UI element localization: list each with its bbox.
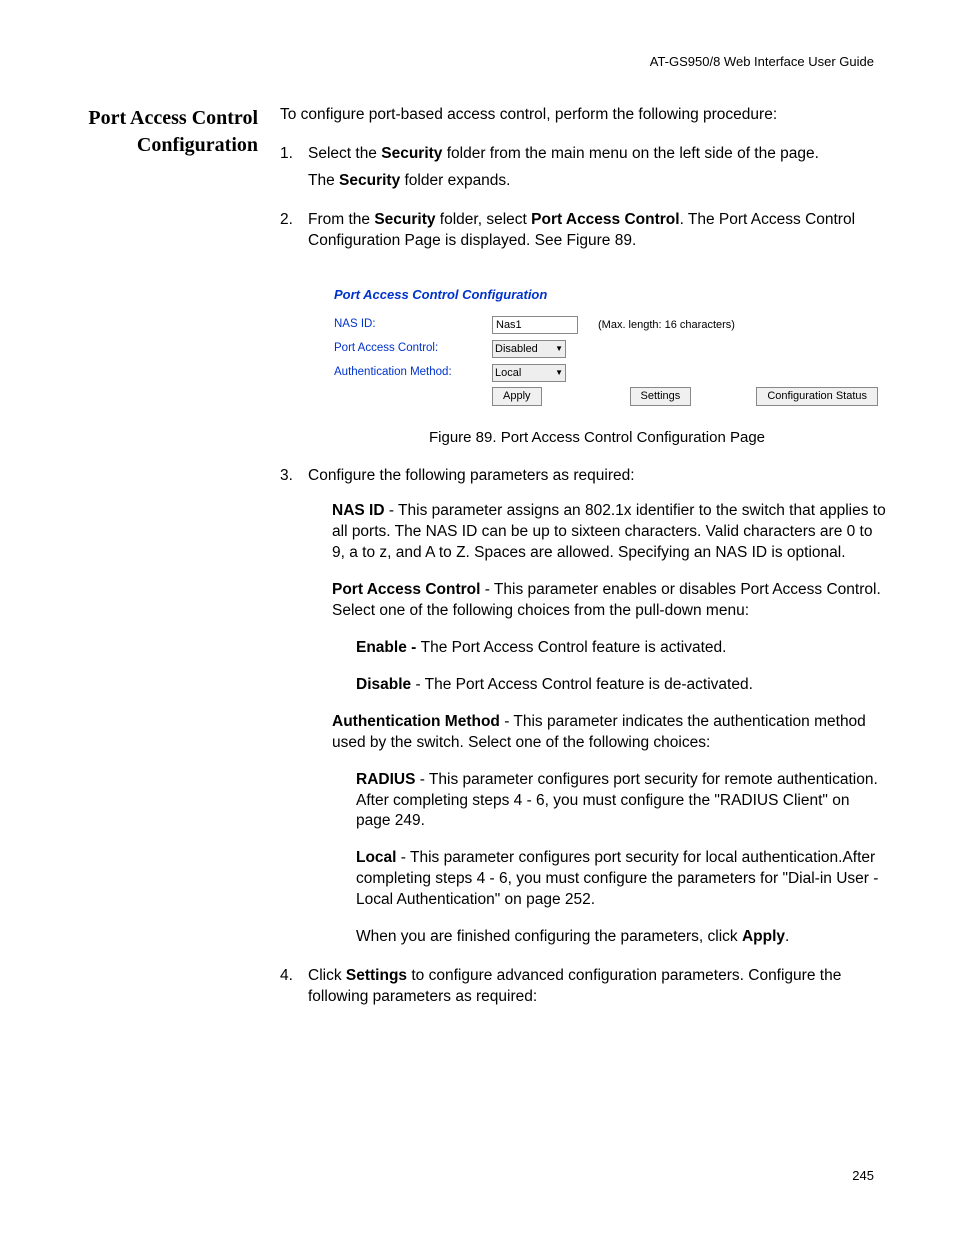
- section-heading: Port Access Control Configuration: [80, 105, 280, 159]
- port-access-control-select[interactable]: Disabled ▼: [492, 340, 566, 358]
- radius-desc: RADIUS - This parameter configures port …: [356, 770, 886, 833]
- auth-options: RADIUS - This parameter configures port …: [356, 770, 886, 948]
- figure-panel: Port Access Control Configuration NAS ID…: [326, 280, 886, 415]
- auth-method-select[interactable]: Local ▼: [492, 364, 566, 382]
- step-2-text: From the Security folder, select Port Ac…: [308, 210, 886, 252]
- step-4: 4. Click Settings to configure advanced …: [280, 966, 886, 1008]
- step-4-text: Click Settings to configure advanced con…: [308, 966, 886, 1008]
- procedure-list: 1. Select the Security folder from the m…: [280, 144, 886, 1008]
- step-number: 2.: [280, 210, 293, 231]
- chevron-down-icon: ▼: [555, 344, 563, 355]
- auth-method-row: Authentication Method: Local ▼: [334, 363, 878, 383]
- nas-id-row: NAS ID: (Max. length: 16 characters): [334, 315, 878, 335]
- figure-89: Port Access Control Configuration NAS ID…: [308, 280, 886, 449]
- nas-id-hint: (Max. length: 16 characters): [598, 318, 735, 333]
- step-3-details: NAS ID - This parameter assigns an 802.1…: [332, 501, 886, 948]
- figure-caption: Figure 89. Port Access Control Configura…: [308, 428, 886, 448]
- finish-note: When you are finished configuring the pa…: [356, 927, 886, 948]
- step-1-line-1: Select the Security folder from the main…: [308, 144, 886, 165]
- page-header: AT-GS950/8 Web Interface User Guide: [80, 54, 874, 69]
- port-access-control-row: Port Access Control: Disabled ▼: [334, 339, 878, 359]
- nas-id-label: NAS ID:: [334, 317, 492, 333]
- step-number: 1.: [280, 144, 293, 165]
- port-access-control-desc: Port Access Control - This parameter ena…: [332, 580, 886, 622]
- nas-id-desc: NAS ID - This parameter assigns an 802.1…: [332, 501, 886, 564]
- disable-desc: Disable - The Port Access Control featur…: [356, 675, 886, 696]
- content-column: To configure port-based access control, …: [280, 105, 886, 1026]
- figure-title: Port Access Control Configuration: [334, 286, 878, 304]
- step-3: 3. Configure the following parameters as…: [280, 466, 886, 948]
- auth-method-desc: Authentication Method - This parameter i…: [332, 712, 886, 754]
- port-access-control-label: Port Access Control:: [334, 341, 492, 357]
- apply-button[interactable]: Apply: [492, 387, 542, 406]
- step-number: 3.: [280, 466, 293, 487]
- local-desc: Local - This parameter configures port s…: [356, 848, 886, 911]
- chevron-down-icon: ▼: [555, 368, 563, 379]
- step-1-line-2: The Security folder expands.: [308, 171, 886, 192]
- auth-method-label: Authentication Method:: [334, 365, 492, 381]
- nas-id-input[interactable]: [492, 316, 578, 334]
- step-number: 4.: [280, 966, 293, 987]
- step-2: 2. From the Security folder, select Port…: [280, 210, 886, 449]
- page-number: 245: [852, 1168, 874, 1183]
- enable-desc: Enable - The Port Access Control feature…: [356, 638, 886, 659]
- figure-button-row: Apply Settings Configuration Status: [334, 387, 878, 406]
- step-3-lead: Configure the following parameters as re…: [308, 466, 886, 487]
- main-content: Port Access Control Configuration To con…: [80, 105, 874, 1026]
- configuration-status-button[interactable]: Configuration Status: [756, 387, 878, 406]
- pac-options: Enable - The Port Access Control feature…: [356, 638, 886, 696]
- intro-paragraph: To configure port-based access control, …: [280, 105, 886, 126]
- settings-button[interactable]: Settings: [630, 387, 692, 406]
- step-1: 1. Select the Security folder from the m…: [280, 144, 886, 192]
